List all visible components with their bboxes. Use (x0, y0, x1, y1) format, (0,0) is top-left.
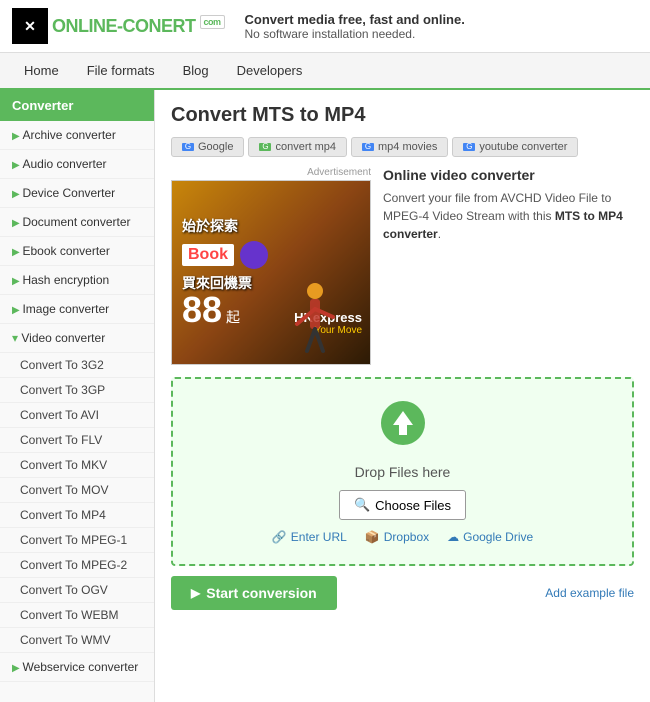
sidebar-subitem-mpeg1[interactable]: Convert To MPEG-1 (0, 528, 154, 553)
gdrive-label: Google Drive (463, 530, 533, 544)
header: ✕ ONLINE-CONERT com Convert media free, f… (0, 0, 650, 53)
sidebar-subitem-avi[interactable]: Convert To AVI (0, 403, 154, 428)
logo-text-accent: ERT (161, 16, 196, 36)
gdrive-link[interactable]: ☁ Google Drive (447, 530, 533, 544)
logo-text-main: ONLINE-CON (52, 16, 161, 36)
ad-box: 始於探索 Book 買來回機票 88 起 HKexpress Your Mo (171, 180, 371, 365)
upload-links: 🔗 Enter URL 📦 Dropbox ☁ Google Drive (193, 530, 612, 544)
google-icon-2: G (259, 143, 271, 151)
tab-convert-mp4[interactable]: G convert mp4 (248, 137, 347, 157)
sidebar-item-ebook[interactable]: Ebook converter (0, 237, 154, 266)
ad-desc-row: Advertisement 始於探索 Book 買來回機票 88 起 (171, 167, 634, 365)
header-tagline: Convert media free, fast and online. No … (245, 12, 465, 41)
tab-youtube-label: youtube converter (479, 141, 567, 153)
tab-youtube[interactable]: G youtube converter (452, 137, 578, 157)
start-conversion-button[interactable]: ▶ Start conversion (171, 576, 337, 610)
sidebar-subitem-mkv[interactable]: Convert To MKV (0, 453, 154, 478)
ad-label: Advertisement (171, 167, 371, 178)
tagline-strong: Convert media free, fast and online. (245, 12, 465, 27)
sidebar-item-archive[interactable]: Archive converter (0, 121, 154, 150)
sidebar-item-video[interactable]: Video converter (0, 324, 154, 353)
tab-google-label: Google (198, 141, 233, 153)
ad-figure (285, 279, 340, 364)
magnifier-icon: 🔍 (354, 497, 370, 513)
sidebar-subitem-mov[interactable]: Convert To MOV (0, 478, 154, 503)
main-nav: Home File formats Blog Developers (0, 53, 650, 90)
sidebar-subitem-wmv[interactable]: Convert To WMV (0, 628, 154, 653)
sidebar-item-device[interactable]: Device Converter (0, 179, 154, 208)
desc-text: Convert your file from AVCHD Video File … (383, 189, 634, 243)
upload-icon (193, 399, 612, 456)
main-content: Convert MTS to MP4 G Google G convert mp… (155, 90, 650, 702)
sidebar-item-hash[interactable]: Hash encryption (0, 266, 154, 295)
sidebar-item-audio[interactable]: Audio converter (0, 150, 154, 179)
link-icon: 🔗 (272, 530, 287, 544)
sidebar-subitem-mp4[interactable]: Convert To MP4 (0, 503, 154, 528)
tab-mp4-movies[interactable]: G mp4 movies (351, 137, 448, 157)
sidebar: Converter Archive converter Audio conver… (0, 90, 155, 702)
add-example-link[interactable]: Add example file (545, 586, 634, 600)
nav-file-formats[interactable]: File formats (73, 53, 169, 88)
bottom-row: ▶ Start conversion Add example file (171, 576, 634, 610)
choose-files-label: Choose Files (375, 498, 451, 513)
sidebar-subitem-webm[interactable]: Convert To WEBM (0, 603, 154, 628)
choose-files-button[interactable]: 🔍 Choose Files (339, 490, 466, 520)
ad-book: Book (182, 244, 234, 266)
tagline-sub: No software installation needed. (245, 27, 416, 41)
desc-end: . (438, 227, 441, 241)
ad-content: 始於探索 Book 買來回機票 88 起 HKexpress Your Mo (172, 181, 370, 364)
nav-blog[interactable]: Blog (169, 53, 223, 88)
sidebar-item-webservice[interactable]: Webservice converter (0, 653, 154, 682)
dropbox-link[interactable]: 📦 Dropbox (365, 530, 429, 544)
enter-url-label: Enter URL (291, 530, 347, 544)
ad-chinese-top: 始於探索 (182, 217, 238, 235)
page-title: Convert MTS to MP4 (171, 104, 634, 127)
nav-home[interactable]: Home (10, 53, 73, 88)
ad-unit: 起 (226, 307, 240, 327)
start-arrow-icon: ▶ (191, 586, 200, 600)
google-icon: G (182, 143, 194, 151)
desc-box: Online video converter Convert your file… (383, 167, 634, 365)
logo-icon: ✕ (12, 8, 48, 44)
ad-circle (240, 241, 268, 269)
logo-text: ONLINE-CONERT com (52, 16, 225, 37)
tabs-bar: G Google G convert mp4 G mp4 movies G yo… (171, 137, 634, 157)
sidebar-title: Converter (0, 90, 154, 121)
dropbox-icon: 📦 (365, 530, 380, 544)
layout: Converter Archive converter Audio conver… (0, 90, 650, 702)
enter-url-link[interactable]: 🔗 Enter URL (272, 530, 347, 544)
logo-badge: com (200, 15, 225, 29)
tab-mp4-movies-label: mp4 movies (378, 141, 437, 153)
sidebar-subitem-ogv[interactable]: Convert To OGV (0, 578, 154, 603)
nav-developers[interactable]: Developers (223, 53, 317, 88)
sidebar-subitem-3g2[interactable]: Convert To 3G2 (0, 353, 154, 378)
sidebar-item-document[interactable]: Document converter (0, 208, 154, 237)
upload-area: Drop Files here 🔍 Choose Files 🔗 Enter U… (171, 377, 634, 566)
start-btn-label: Start conversion (206, 585, 316, 601)
logo: ✕ ONLINE-CONERT com (12, 8, 225, 44)
dropbox-label: Dropbox (384, 530, 429, 544)
sidebar-subitem-flv[interactable]: Convert To FLV (0, 428, 154, 453)
tab-google[interactable]: G Google (171, 137, 244, 157)
google-icon-4: G (463, 143, 475, 151)
ad-number: 88 (182, 292, 222, 328)
gdrive-icon: ☁ (447, 530, 459, 544)
google-icon-3: G (362, 143, 374, 151)
sidebar-item-image[interactable]: Image converter (0, 295, 154, 324)
sidebar-subitem-3gp[interactable]: Convert To 3GP (0, 378, 154, 403)
tab-convert-mp4-label: convert mp4 (275, 141, 336, 153)
desc-title: Online video converter (383, 167, 634, 183)
drop-text: Drop Files here (193, 464, 612, 480)
